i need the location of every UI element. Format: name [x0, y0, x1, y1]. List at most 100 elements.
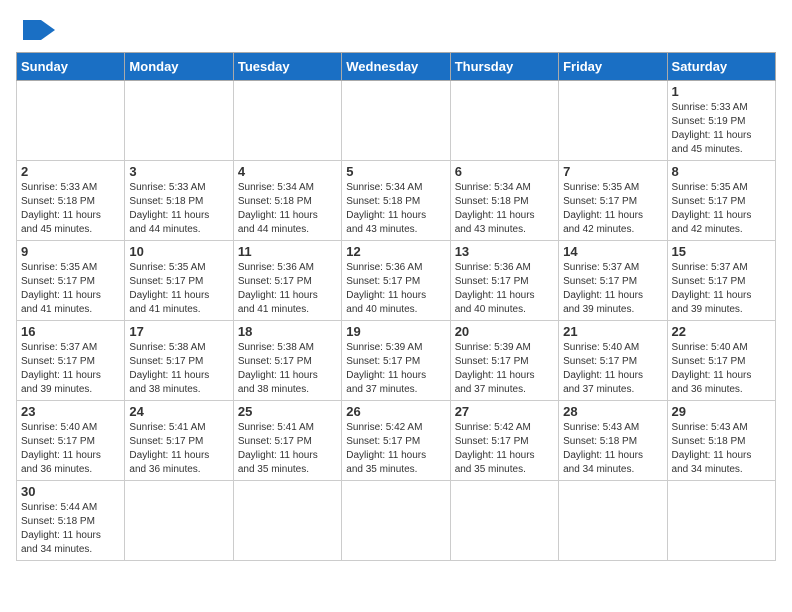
cell-day-number: 29 [672, 404, 771, 419]
cell-sun-info: Sunrise: 5:33 AM Sunset: 5:18 PM Dayligh… [129, 181, 228, 237]
calendar-cell: 14Sunrise: 5:37 AM Sunset: 5:17 PM Dayli… [559, 241, 667, 321]
calendar-cell: 13 Sunrise: 5:36 AM Sunset: 5:17 PM Dayli… [450, 241, 558, 321]
cell-sun-info: Sunrise: 5:36 AM Sunset: 5:17 PM Dayligh… [346, 261, 445, 317]
cell-day-number: 16 [21, 324, 120, 339]
cell-sun-info: Sunrise: 5:38 AM Sunset: 5:17 PM Dayligh… [129, 341, 228, 397]
calendar-cell: 19 Sunrise: 5:39 AM Sunset: 5:17 PM Dayli… [342, 321, 450, 401]
cell-sun-info: Sunrise: 5:36 AM Sunset: 5:17 PM Dayligh… [238, 261, 337, 317]
cell-day-number: 3 [129, 164, 228, 179]
weekday-header-sunday: Sunday [17, 53, 125, 81]
calendar-cell: 27 Sunrise: 5:42 AM Sunset: 5:17 PM Dayli… [450, 401, 558, 481]
cell-day-number: 12 [346, 244, 445, 259]
cell-day-number: 13 [455, 244, 554, 259]
cell-day-number: 30 [21, 484, 120, 499]
cell-sun-info: Sunrise: 5:43 AM Sunset: 5:18 PM Dayligh… [563, 421, 662, 477]
cell-day-number: 8 [672, 164, 771, 179]
calendar-cell [17, 81, 125, 161]
calendar-cell: 10Sunrise: 5:35 AM Sunset: 5:17 PM Dayli… [125, 241, 233, 321]
calendar-cell: 8 Sunrise: 5:35 AM Sunset: 5:17 PM Daylig… [667, 161, 775, 241]
calendar-cell: 11 Sunrise: 5:36 AM Sunset: 5:17 PM Dayli… [233, 241, 341, 321]
calendar-cell: 29 Sunrise: 5:43 AM Sunset: 5:18 PM Dayli… [667, 401, 775, 481]
calendar-week-row: 16 Sunrise: 5:37 AM Sunset: 5:17 PM Dayli… [17, 321, 776, 401]
cell-sun-info: Sunrise: 5:36 AM Sunset: 5:17 PM Dayligh… [455, 261, 554, 317]
cell-day-number: 23 [21, 404, 120, 419]
cell-day-number: 1 [672, 84, 771, 99]
cell-day-number: 17 [129, 324, 228, 339]
cell-sun-info: Sunrise: 5:33 AM Sunset: 5:18 PM Dayligh… [21, 181, 120, 237]
cell-sun-info: Sunrise: 5:38 AM Sunset: 5:17 PM Dayligh… [238, 341, 337, 397]
calendar-week-row: 2 Sunrise: 5:33 AM Sunset: 5:18 PM Daylig… [17, 161, 776, 241]
calendar-week-row: 23 Sunrise: 5:40 AM Sunset: 5:17 PM Dayli… [17, 401, 776, 481]
cell-sun-info: Sunrise: 5:34 AM Sunset: 5:18 PM Dayligh… [346, 181, 445, 237]
calendar-cell [342, 81, 450, 161]
cell-sun-info: Sunrise: 5:41 AM Sunset: 5:17 PM Dayligh… [238, 421, 337, 477]
weekday-header-row: SundayMondayTuesdayWednesdayThursdayFrid… [17, 53, 776, 81]
calendar-table: SundayMondayTuesdayWednesdayThursdayFrid… [16, 52, 776, 561]
calendar-cell: 5 Sunrise: 5:34 AM Sunset: 5:18 PM Daylig… [342, 161, 450, 241]
calendar-cell [342, 481, 450, 561]
weekday-header-saturday: Saturday [667, 53, 775, 81]
cell-day-number: 18 [238, 324, 337, 339]
logo [16, 16, 59, 44]
cell-day-number: 26 [346, 404, 445, 419]
calendar-cell: 22Sunrise: 5:40 AM Sunset: 5:17 PM Dayli… [667, 321, 775, 401]
cell-day-number: 28 [563, 404, 662, 419]
cell-sun-info: Sunrise: 5:35 AM Sunset: 5:17 PM Dayligh… [129, 261, 228, 317]
cell-day-number: 5 [346, 164, 445, 179]
cell-sun-info: Sunrise: 5:37 AM Sunset: 5:17 PM Dayligh… [21, 341, 120, 397]
calendar-cell: 18 Sunrise: 5:38 AM Sunset: 5:17 PM Dayli… [233, 321, 341, 401]
cell-day-number: 2 [21, 164, 120, 179]
calendar-cell: 26 Sunrise: 5:42 AM Sunset: 5:17 PM Dayli… [342, 401, 450, 481]
cell-day-number: 22 [672, 324, 771, 339]
cell-sun-info: Sunrise: 5:44 AM Sunset: 5:18 PM Dayligh… [21, 501, 120, 557]
calendar-cell [559, 81, 667, 161]
calendar-cell: 3 Sunrise: 5:33 AM Sunset: 5:18 PM Daylig… [125, 161, 233, 241]
page-header [16, 16, 776, 44]
cell-sun-info: Sunrise: 5:33 AM Sunset: 5:19 PM Dayligh… [672, 101, 771, 157]
cell-sun-info: Sunrise: 5:42 AM Sunset: 5:17 PM Dayligh… [455, 421, 554, 477]
weekday-header-thursday: Thursday [450, 53, 558, 81]
weekday-header-monday: Monday [125, 53, 233, 81]
logo-square-icon [23, 20, 41, 40]
calendar-week-row: 9 Sunrise: 5:35 AM Sunset: 5:17 PM Daylig… [17, 241, 776, 321]
cell-day-number: 7 [563, 164, 662, 179]
calendar-cell: 4Sunrise: 5:34 AM Sunset: 5:18 PM Daylig… [233, 161, 341, 241]
calendar-cell [450, 481, 558, 561]
calendar-cell: 12 Sunrise: 5:36 AM Sunset: 5:17 PM Dayli… [342, 241, 450, 321]
calendar-cell: 23 Sunrise: 5:40 AM Sunset: 5:17 PM Dayli… [17, 401, 125, 481]
calendar-cell: 30 Sunrise: 5:44 AM Sunset: 5:18 PM Dayli… [17, 481, 125, 561]
calendar-week-row: 1 Sunrise: 5:33 AM Sunset: 5:19 PM Daylig… [17, 81, 776, 161]
logo-arrow-icon [41, 20, 55, 40]
cell-day-number: 15 [672, 244, 771, 259]
calendar-cell: 1 Sunrise: 5:33 AM Sunset: 5:19 PM Daylig… [667, 81, 775, 161]
cell-day-number: 9 [21, 244, 120, 259]
cell-day-number: 25 [238, 404, 337, 419]
cell-sun-info: Sunrise: 5:37 AM Sunset: 5:17 PM Dayligh… [672, 261, 771, 317]
calendar-cell: 9 Sunrise: 5:35 AM Sunset: 5:17 PM Daylig… [17, 241, 125, 321]
cell-sun-info: Sunrise: 5:35 AM Sunset: 5:17 PM Dayligh… [21, 261, 120, 317]
cell-sun-info: Sunrise: 5:42 AM Sunset: 5:17 PM Dayligh… [346, 421, 445, 477]
calendar-cell: 15 Sunrise: 5:37 AM Sunset: 5:17 PM Dayli… [667, 241, 775, 321]
cell-day-number: 6 [455, 164, 554, 179]
calendar-cell [125, 81, 233, 161]
cell-sun-info: Sunrise: 5:37 AM Sunset: 5:17 PM Dayligh… [563, 261, 662, 317]
cell-sun-info: Sunrise: 5:39 AM Sunset: 5:17 PM Dayligh… [346, 341, 445, 397]
weekday-header-friday: Friday [559, 53, 667, 81]
cell-day-number: 27 [455, 404, 554, 419]
calendar-cell: 6Sunrise: 5:34 AM Sunset: 5:18 PM Daylig… [450, 161, 558, 241]
calendar-cell: 21Sunrise: 5:40 AM Sunset: 5:17 PM Dayli… [559, 321, 667, 401]
weekday-header-tuesday: Tuesday [233, 53, 341, 81]
calendar-cell: 7Sunrise: 5:35 AM Sunset: 5:17 PM Daylig… [559, 161, 667, 241]
cell-day-number: 4 [238, 164, 337, 179]
calendar-cell [233, 81, 341, 161]
cell-day-number: 19 [346, 324, 445, 339]
calendar-cell [450, 81, 558, 161]
cell-sun-info: Sunrise: 5:40 AM Sunset: 5:17 PM Dayligh… [21, 421, 120, 477]
calendar-cell [125, 481, 233, 561]
calendar-cell: 20Sunrise: 5:39 AM Sunset: 5:17 PM Dayli… [450, 321, 558, 401]
cell-sun-info: Sunrise: 5:35 AM Sunset: 5:17 PM Dayligh… [672, 181, 771, 237]
cell-day-number: 11 [238, 244, 337, 259]
cell-day-number: 20 [455, 324, 554, 339]
weekday-header-wednesday: Wednesday [342, 53, 450, 81]
cell-sun-info: Sunrise: 5:43 AM Sunset: 5:18 PM Dayligh… [672, 421, 771, 477]
